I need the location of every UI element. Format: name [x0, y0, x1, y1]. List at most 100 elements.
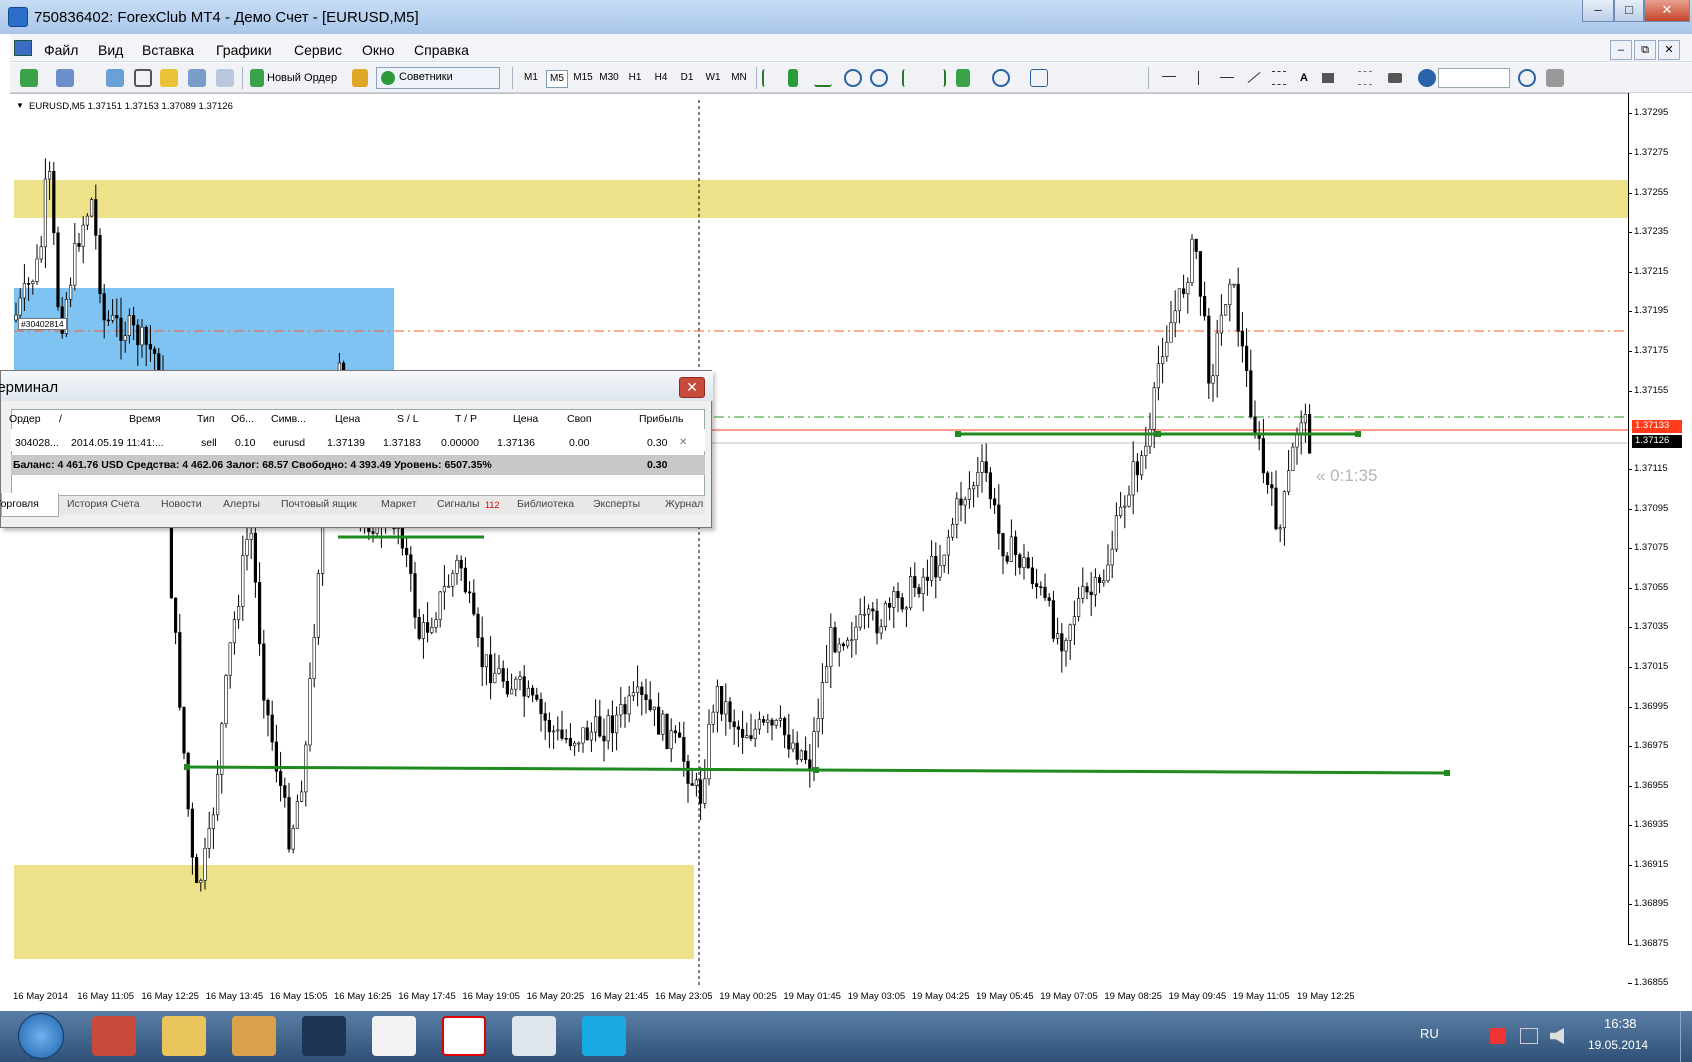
candle-body: [1056, 633, 1060, 639]
candle-body: [984, 461, 988, 474]
tab-alerts[interactable]: Алерты: [223, 498, 260, 510]
candle-body: [950, 523, 955, 538]
candle-body: [1253, 416, 1257, 435]
show-desktop-button[interactable]: [1680, 1011, 1692, 1062]
col-tp[interactable]: T / P: [455, 413, 477, 425]
terminal-close-button[interactable]: ✕: [679, 377, 705, 398]
candle-body: [417, 616, 421, 639]
candle-body: [795, 742, 799, 760]
candle-body: [644, 694, 648, 701]
tab-experts[interactable]: Эксперты: [593, 498, 640, 510]
candle-body: [1072, 616, 1076, 626]
clock-date[interactable]: 19.05.2014: [1588, 1038, 1648, 1052]
candle-body: [216, 774, 220, 816]
tab-journal[interactable]: Журнал: [665, 498, 703, 510]
taskbar-app-icon[interactable]: [232, 1016, 276, 1056]
cell-symbol: eurusd: [273, 437, 306, 449]
cell-cur-price: 1.37136: [497, 437, 535, 449]
candle-body: [77, 243, 81, 247]
candle-body: [47, 170, 52, 180]
col-order[interactable]: Ордер: [9, 413, 41, 425]
language-indicator[interactable]: RU: [1420, 1026, 1439, 1041]
col-type[interactable]: Тип: [197, 413, 215, 425]
col-volume[interactable]: Об...: [231, 413, 254, 425]
taskbar-explorer-icon[interactable]: [162, 1016, 206, 1056]
candle-body: [669, 730, 673, 750]
taskbar-ccleaner-icon[interactable]: [92, 1016, 136, 1056]
start-button[interactable]: [18, 1013, 64, 1059]
close-order-icon[interactable]: ✕: [679, 437, 687, 448]
price-tick: 1.36895: [1627, 898, 1669, 909]
candle-body: [883, 603, 887, 628]
tab-trade[interactable]: Торговля: [0, 498, 39, 510]
price-tick: 1.36915: [1627, 859, 1669, 870]
candle-body: [455, 559, 459, 574]
chart-menu-icon[interactable]: ▼: [16, 101, 24, 110]
candle-body: [896, 591, 900, 598]
taskbar-mmcis-icon[interactable]: [302, 1016, 346, 1056]
candle-body: [829, 627, 833, 667]
tab-signals[interactable]: Сигналы: [437, 498, 480, 510]
col-price[interactable]: Цена: [335, 413, 360, 425]
action-center-icon[interactable]: [1490, 1028, 1506, 1044]
tab-library[interactable]: Библиотека: [517, 498, 574, 510]
candle-body: [997, 504, 1001, 534]
col-cur-price[interactable]: Цена: [513, 413, 538, 425]
trendline-handle: [813, 767, 819, 773]
col-sl[interactable]: S / L: [397, 413, 419, 425]
candle-body: [1249, 370, 1253, 418]
candle-body: [287, 797, 291, 850]
candle-body: [656, 706, 661, 735]
col-profit[interactable]: Прибыль: [639, 413, 683, 425]
candle-body: [69, 284, 73, 300]
candle-body: [1190, 238, 1194, 284]
candle-body: [253, 532, 258, 583]
candle-body: [820, 682, 824, 719]
price-tick: 1.37115: [1628, 463, 1668, 474]
taskbar-clock-icon[interactable]: [512, 1016, 556, 1056]
candle-body: [598, 716, 602, 737]
candle-body: [1173, 310, 1177, 324]
time-tick: 19 May 01:45: [783, 991, 841, 1002]
time-tick: 16 May 21:45: [590, 991, 649, 1002]
clock-time[interactable]: 16:38: [1604, 1016, 1637, 1031]
candle-body: [614, 714, 619, 734]
candle-body: [1005, 555, 1009, 562]
taskbar-skype-icon[interactable]: [582, 1016, 626, 1056]
candle-body: [955, 498, 959, 525]
taskbar-yandex-icon[interactable]: [442, 1016, 486, 1056]
network-icon[interactable]: [1520, 1028, 1538, 1044]
taskbar-forexclub-icon[interactable]: [372, 1016, 416, 1056]
candle-body: [1148, 428, 1152, 447]
candle-body: [921, 576, 925, 594]
terminal-header: Терминал ✕: [0, 371, 713, 401]
col-sort[interactable]: /: [59, 413, 62, 425]
col-swap[interactable]: Своп: [567, 413, 592, 425]
candle-body: [556, 729, 560, 732]
candle-body: [1215, 332, 1219, 377]
time-tick: 16 May 16:25: [334, 991, 392, 1002]
candle-body: [761, 719, 766, 723]
tab-history[interactable]: История Счета: [67, 498, 140, 510]
tab-market[interactable]: Маркет: [381, 498, 417, 510]
col-symbol[interactable]: Симв...: [271, 413, 306, 425]
price-tick: 1.37295: [1627, 107, 1669, 118]
candle-body: [833, 627, 837, 653]
price-chart[interactable]: [0, 0, 1692, 1062]
candle-body: [799, 750, 803, 760]
tab-mailbox[interactable]: Почтовый ящик: [281, 498, 357, 510]
price-tick: 1.37075: [1627, 542, 1669, 553]
candle-body: [1274, 487, 1278, 530]
time-tick: 16 May 23:05: [655, 991, 713, 1002]
price-tick: 1.37095: [1627, 503, 1669, 514]
candle-body: [245, 539, 249, 556]
candle-body: [732, 721, 736, 728]
order-tag[interactable]: #30402814: [18, 318, 67, 330]
price-tick: 1.37275: [1627, 147, 1669, 158]
time-tick: 16 May 2014: [13, 991, 68, 1002]
tab-news[interactable]: Новости: [161, 498, 202, 510]
candle-body: [1224, 304, 1228, 316]
candle-body: [908, 576, 913, 609]
col-time[interactable]: Время: [129, 413, 161, 425]
candle-body: [459, 559, 463, 569]
